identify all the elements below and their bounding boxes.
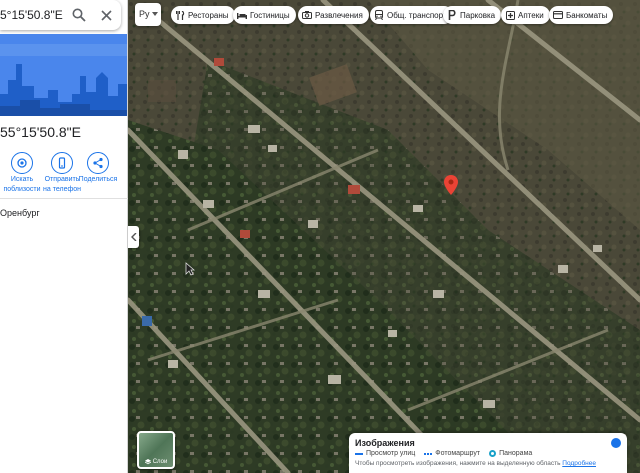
chip-atms[interactable]: Банкоматы [549,6,614,24]
legend-panorama: Панорама [489,450,532,457]
legend-photo-route: Фотомаршрут [424,450,480,457]
send-to-phone-label-1: Отправить [44,176,80,183]
hotel-icon [237,10,247,20]
camera-icon [302,10,312,20]
images-title: Изображения [355,438,415,448]
chip-entertainment-label: Развлечения [315,10,363,20]
photo-route-line-icon [424,452,433,455]
chip-restaurants-label: Рестораны [188,10,229,20]
chevron-down-icon [152,12,158,16]
chip-parking[interactable]: Парковка [443,6,502,24]
search-input[interactable]: 5°15'50.8"E [0,8,63,22]
images-hint: Чтобы просмотреть изображения, нажмите н… [355,460,596,467]
layers-icon [144,459,151,465]
panorama-dot-icon [489,450,497,457]
chip-atms-label: Банкоматы [566,10,608,20]
chip-entertainment[interactable]: Развлечения [298,6,369,24]
place-header-image[interactable] [0,34,127,116]
chip-transit-label: Общ. транспорт [387,10,447,20]
search-box[interactable]: 5°15'50.8"E [0,0,121,30]
chip-hotels[interactable]: Гостиницы [233,6,296,24]
language-label: Ру [139,9,150,19]
mouse-cursor-icon [185,262,195,276]
images-hint-text: Чтобы просмотреть изображения, нажмите н… [355,460,561,467]
pharmacy-icon [505,10,515,20]
map-imagery [128,0,640,473]
legend-street-view-label: Просмотр улиц [366,450,416,457]
chip-parking-label: Парковка [460,10,496,20]
share-icon [87,152,109,174]
nearby-label-2: поблизости [3,186,41,193]
nearby-label-1: Искать [10,176,34,183]
chip-restaurants[interactable]: Рестораны [171,6,235,24]
collapse-panel-button[interactable] [128,226,139,248]
divider [0,198,128,199]
place-address: Оренбург [0,208,40,218]
transit-icon [374,10,384,20]
phone-icon [51,152,73,174]
nearby-button[interactable]: Искать поблизости [2,152,42,194]
legend-photo-route-label: Фотомаршрут [435,450,481,457]
chip-pharmacies[interactable]: Аптеки [501,6,550,24]
atm-icon [553,10,563,20]
chip-pharmacies-label: Аптеки [518,10,544,20]
more-info-link[interactable]: Подробнее [562,460,596,467]
place-title: 55°15'50.8"E [0,124,81,140]
images-legend: Просмотр улиц Фотомаршрут Панорама [355,450,532,457]
legend-panorama-label: Панорама [499,450,533,457]
images-panel: Изображения Просмотр улиц Фотомаршрут Па… [349,433,627,473]
layers-button[interactable]: Слои [137,431,175,469]
images-toggle[interactable] [611,438,621,448]
share-button[interactable]: Поделиться [78,152,118,184]
send-to-phone-button[interactable]: Отправить на телефон [42,152,82,194]
chip-hotels-label: Гостиницы [250,10,290,20]
place-actions: Искать поблизости Отправить на телефон П… [0,152,128,196]
street-view-line-icon [355,452,363,455]
nearby-icon [11,152,33,174]
layers-label: Слои [152,459,168,465]
parking-icon [447,10,457,20]
close-icon[interactable] [97,6,115,24]
chevron-left-icon [130,233,136,241]
send-to-phone-label-2: на телефон [43,186,81,193]
place-details-panel: 5°15'50.8"E 55°15'50.8"E Искать поблизос… [0,0,128,473]
share-label: Поделиться [78,176,118,183]
search-icon[interactable] [70,6,88,24]
restaurant-icon [175,10,185,20]
satellite-map[interactable] [128,0,640,473]
legend-street-view: Просмотр улиц [355,450,415,457]
location-pin-icon[interactable] [444,175,458,195]
layers-caption: Слои [139,459,173,465]
chip-transit[interactable]: Общ. транспорт [370,6,453,24]
language-select[interactable]: Ру [135,3,161,26]
